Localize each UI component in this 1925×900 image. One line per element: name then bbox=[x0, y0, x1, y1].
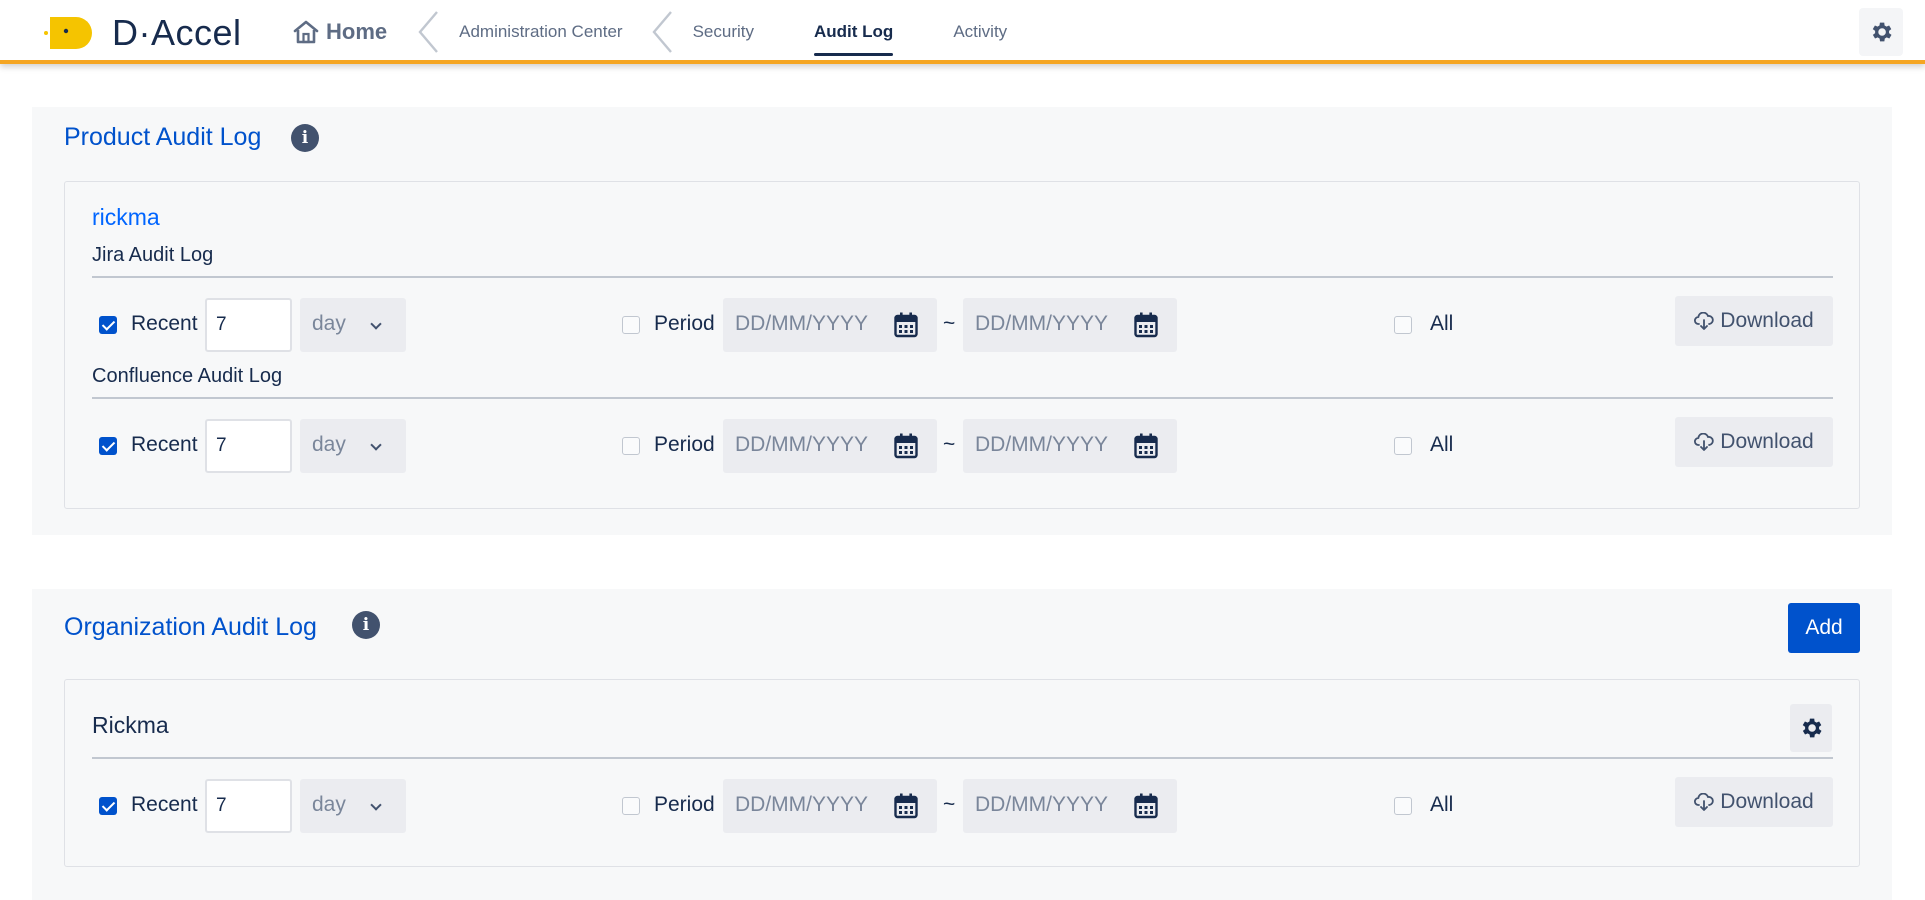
date-to-input[interactable]: DD/MM/YYYY bbox=[963, 298, 1177, 352]
organization-audit-log-section: Organization Audit Log i Add Rickma Rece… bbox=[32, 589, 1892, 900]
all-label: All bbox=[1430, 793, 1454, 816]
log-label: Jira Audit Log bbox=[92, 244, 214, 266]
calendar-icon[interactable] bbox=[894, 793, 918, 819]
unit-select-value: day bbox=[312, 312, 346, 335]
download-label: Download bbox=[1720, 790, 1814, 813]
all-checkbox[interactable] bbox=[1394, 797, 1412, 815]
organization-panel: Rickma Recent 7 day Period DD/MM/YYYY ~ … bbox=[64, 679, 1860, 867]
date-to-input[interactable]: DD/MM/YYYY bbox=[963, 779, 1177, 833]
download-button[interactable]: Download bbox=[1675, 296, 1833, 346]
tab-activity[interactable]: Activity bbox=[953, 0, 1007, 64]
recent-label: Recent bbox=[131, 793, 198, 816]
calendar-icon[interactable] bbox=[894, 433, 918, 459]
gear-icon bbox=[1872, 22, 1892, 42]
recent-checkbox[interactable] bbox=[99, 316, 117, 334]
date-to-placeholder: DD/MM/YYYY bbox=[975, 793, 1109, 816]
product-audit-log-section: Product Audit Log i rickma Jira Audit Lo… bbox=[32, 107, 1892, 535]
all-checkbox[interactable] bbox=[1394, 437, 1412, 455]
date-from-input[interactable]: DD/MM/YYYY bbox=[723, 419, 937, 473]
section-title: Organization Audit Log bbox=[64, 613, 317, 641]
recent-label: Recent bbox=[131, 312, 198, 335]
recent-value-input[interactable]: 7 bbox=[205, 419, 292, 473]
period-label: Period bbox=[654, 312, 715, 335]
user-name[interactable]: rickma bbox=[92, 204, 160, 231]
filter-row: Recent 7 day Period DD/MM/YYYY ~ DD/MM/Y… bbox=[65, 296, 1861, 352]
cloud-download-icon bbox=[1694, 793, 1714, 811]
date-to-placeholder: DD/MM/YYYY bbox=[975, 433, 1109, 456]
recent-value-input[interactable]: 7 bbox=[205, 298, 292, 352]
nav-home[interactable]: Home bbox=[292, 19, 387, 45]
calendar-icon[interactable] bbox=[1134, 433, 1158, 459]
brand-logo[interactable]: D·Accel bbox=[42, 14, 242, 52]
unit-select-value: day bbox=[312, 793, 346, 816]
cloud-download-icon bbox=[1694, 433, 1714, 451]
info-icon[interactable]: i bbox=[352, 611, 380, 639]
recent-value-input[interactable]: 7 bbox=[205, 779, 292, 833]
download-button[interactable]: Download bbox=[1675, 777, 1833, 827]
settings-button[interactable] bbox=[1859, 8, 1903, 56]
chevron-down-icon bbox=[370, 318, 382, 330]
date-from-placeholder: DD/MM/YYYY bbox=[735, 433, 869, 456]
info-icon[interactable]: i bbox=[291, 124, 319, 152]
top-navigation-bar: D·Accel Home Administration Center Secur… bbox=[0, 0, 1925, 64]
calendar-icon[interactable] bbox=[1134, 312, 1158, 338]
cloud-download-icon bbox=[1694, 312, 1714, 330]
date-from-input[interactable]: DD/MM/YYYY bbox=[723, 779, 937, 833]
chevron-down-icon bbox=[370, 439, 382, 451]
date-from-placeholder: DD/MM/YYYY bbox=[735, 312, 869, 335]
divider bbox=[92, 757, 1833, 759]
date-separator: ~ bbox=[943, 312, 956, 335]
unit-select[interactable]: day bbox=[300, 419, 406, 473]
divider bbox=[92, 397, 1833, 399]
log-label: Confluence Audit Log bbox=[92, 365, 283, 387]
logo-icon bbox=[42, 15, 100, 51]
date-to-input[interactable]: DD/MM/YYYY bbox=[963, 419, 1177, 473]
recent-label: Recent bbox=[131, 433, 198, 456]
recent-checkbox[interactable] bbox=[99, 437, 117, 455]
gear-icon bbox=[1802, 718, 1822, 738]
all-label: All bbox=[1430, 433, 1454, 456]
recent-checkbox[interactable] bbox=[99, 797, 117, 815]
unit-select[interactable]: day bbox=[300, 779, 406, 833]
period-label: Period bbox=[654, 793, 715, 816]
divider bbox=[92, 276, 1833, 278]
tab-audit-log[interactable]: Audit Log bbox=[814, 0, 894, 64]
period-checkbox[interactable] bbox=[622, 316, 640, 334]
calendar-icon[interactable] bbox=[894, 312, 918, 338]
home-icon bbox=[293, 20, 319, 44]
period-checkbox[interactable] bbox=[622, 437, 640, 455]
organization-settings-button[interactable] bbox=[1790, 704, 1832, 752]
brand-name: D·Accel bbox=[112, 12, 242, 53]
section-title: Product Audit Log bbox=[64, 123, 262, 151]
chevron-left-icon bbox=[418, 11, 439, 53]
all-label: All bbox=[1430, 312, 1454, 335]
date-separator: ~ bbox=[943, 793, 956, 816]
unit-select[interactable]: day bbox=[300, 298, 406, 352]
breadcrumb: Home Administration Center Security Audi… bbox=[292, 0, 1067, 64]
nav-administration-center[interactable]: Administration Center bbox=[459, 22, 622, 42]
add-button[interactable]: Add bbox=[1788, 603, 1860, 653]
download-button[interactable]: Download bbox=[1675, 417, 1833, 467]
period-label: Period bbox=[654, 433, 715, 456]
period-checkbox[interactable] bbox=[622, 797, 640, 815]
product-panel: rickma Jira Audit Log Recent 7 day Perio… bbox=[64, 181, 1860, 509]
date-separator: ~ bbox=[943, 433, 956, 456]
date-from-input[interactable]: DD/MM/YYYY bbox=[723, 298, 937, 352]
chevron-left-icon bbox=[652, 11, 672, 53]
filter-row: Recent 7 day Period DD/MM/YYYY ~ DD/MM/Y… bbox=[65, 777, 1861, 833]
tab-security[interactable]: Security bbox=[693, 0, 754, 64]
all-checkbox[interactable] bbox=[1394, 316, 1412, 334]
organization-name: Rickma bbox=[92, 712, 169, 738]
chevron-down-icon bbox=[370, 799, 382, 811]
download-label: Download bbox=[1720, 309, 1814, 332]
date-from-placeholder: DD/MM/YYYY bbox=[735, 793, 869, 816]
unit-select-value: day bbox=[312, 433, 346, 456]
calendar-icon[interactable] bbox=[1134, 793, 1158, 819]
download-label: Download bbox=[1720, 430, 1814, 453]
nav-home-label: Home bbox=[326, 19, 388, 44]
filter-row: Recent 7 day Period DD/MM/YYYY ~ DD/MM/Y… bbox=[65, 417, 1861, 473]
date-to-placeholder: DD/MM/YYYY bbox=[975, 312, 1109, 335]
